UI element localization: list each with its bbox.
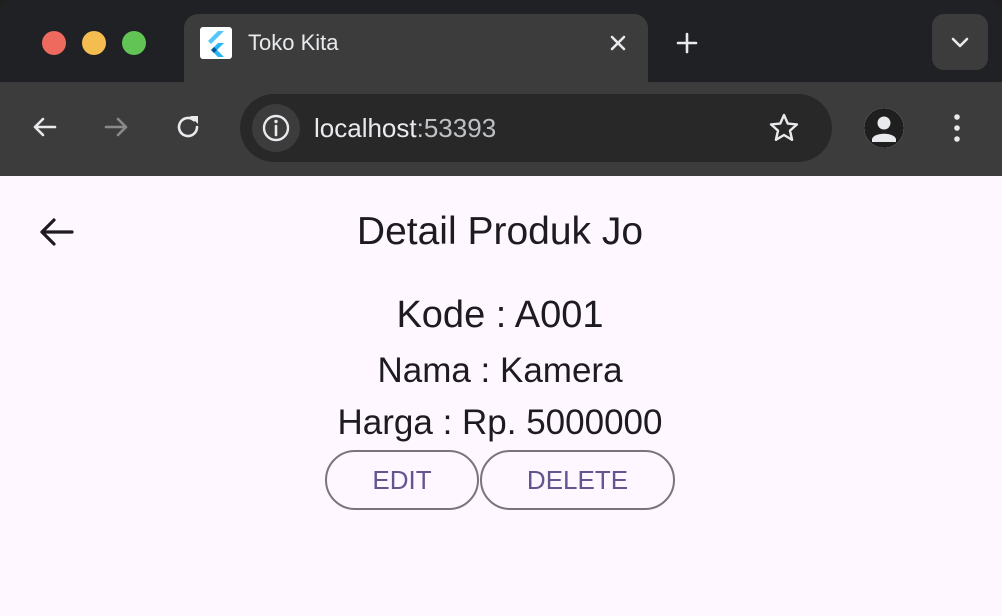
- app-page: Detail Produk Jo Kode : A001 Nama : Kame…: [0, 176, 1002, 616]
- maximize-window-button[interactable]: [122, 31, 146, 55]
- url-port: :53393: [416, 113, 497, 143]
- product-name: Nama : Kamera: [377, 351, 623, 390]
- forward-icon[interactable]: [99, 110, 133, 144]
- url-host: localhost: [314, 113, 417, 143]
- flutter-icon: [200, 27, 232, 59]
- product-price: Harga : Rp. 5000000: [337, 403, 663, 442]
- address-bar[interactable]: localhost:53393: [240, 94, 832, 162]
- new-tab-icon[interactable]: [670, 26, 704, 60]
- browser-window: Toko Kita localhost:53393 Detail Produk …: [0, 0, 1002, 616]
- page-title: Detail Produk Jo: [356, 210, 644, 253]
- bookmark-star-icon[interactable]: [766, 110, 802, 146]
- profile-avatar-icon[interactable]: [864, 108, 904, 148]
- url-text: localhost:53393: [314, 110, 496, 146]
- tab-strip: Toko Kita: [0, 0, 1002, 82]
- edit-button[interactable]: EDIT: [325, 450, 479, 510]
- tab-search-button[interactable]: [932, 14, 988, 70]
- minimize-window-button[interactable]: [82, 31, 106, 55]
- close-tab-icon[interactable]: [602, 27, 634, 59]
- tab-toko-kita[interactable]: Toko Kita: [184, 14, 648, 82]
- close-window-button[interactable]: [42, 31, 66, 55]
- back-icon[interactable]: [28, 110, 62, 144]
- product-code: Kode : A001: [396, 294, 604, 336]
- delete-button[interactable]: DELETE: [480, 450, 675, 510]
- more-options-icon[interactable]: [940, 108, 974, 148]
- browser-toolbar: localhost:53393: [0, 82, 1002, 176]
- site-info-icon[interactable]: [252, 104, 300, 152]
- tab-title: Toko Kita: [248, 30, 339, 55]
- reload-icon[interactable]: [171, 110, 205, 144]
- chevron-down-icon: [951, 37, 969, 48]
